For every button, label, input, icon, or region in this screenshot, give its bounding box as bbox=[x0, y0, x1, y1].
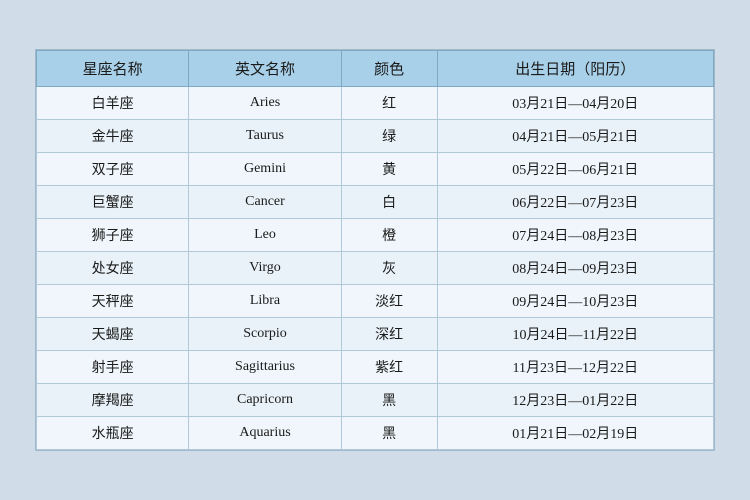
cell-color: 橙 bbox=[341, 219, 437, 252]
cell-english-name: Aquarius bbox=[189, 417, 341, 450]
cell-dates: 06月22日—07月23日 bbox=[437, 186, 713, 219]
cell-chinese-name: 双子座 bbox=[37, 153, 189, 186]
cell-chinese-name: 处女座 bbox=[37, 252, 189, 285]
cell-chinese-name: 水瓶座 bbox=[37, 417, 189, 450]
cell-dates: 05月22日—06月21日 bbox=[437, 153, 713, 186]
cell-english-name: Leo bbox=[189, 219, 341, 252]
cell-english-name: Scorpio bbox=[189, 318, 341, 351]
cell-english-name: Cancer bbox=[189, 186, 341, 219]
cell-english-name: Sagittarius bbox=[189, 351, 341, 384]
cell-color: 灰 bbox=[341, 252, 437, 285]
cell-color: 淡红 bbox=[341, 285, 437, 318]
cell-chinese-name: 天蝎座 bbox=[37, 318, 189, 351]
cell-dates: 10月24日—11月22日 bbox=[437, 318, 713, 351]
table-row: 白羊座Aries红03月21日—04月20日 bbox=[37, 87, 714, 120]
cell-chinese-name: 金牛座 bbox=[37, 120, 189, 153]
table-row: 天蝎座Scorpio深红10月24日—11月22日 bbox=[37, 318, 714, 351]
table-header-row: 星座名称 英文名称 颜色 出生日期（阳历） bbox=[37, 51, 714, 87]
table-row: 金牛座Taurus绿04月21日—05月21日 bbox=[37, 120, 714, 153]
cell-english-name: Capricorn bbox=[189, 384, 341, 417]
cell-dates: 01月21日—02月19日 bbox=[437, 417, 713, 450]
header-english-name: 英文名称 bbox=[189, 51, 341, 87]
cell-color: 白 bbox=[341, 186, 437, 219]
table-row: 射手座Sagittarius紫红11月23日—12月22日 bbox=[37, 351, 714, 384]
header-color: 颜色 bbox=[341, 51, 437, 87]
cell-dates: 12月23日—01月22日 bbox=[437, 384, 713, 417]
table-row: 处女座Virgo灰08月24日—09月23日 bbox=[37, 252, 714, 285]
cell-chinese-name: 狮子座 bbox=[37, 219, 189, 252]
cell-english-name: Libra bbox=[189, 285, 341, 318]
table-row: 巨蟹座Cancer白06月22日—07月23日 bbox=[37, 186, 714, 219]
cell-dates: 04月21日—05月21日 bbox=[437, 120, 713, 153]
cell-color: 黄 bbox=[341, 153, 437, 186]
header-dates: 出生日期（阳历） bbox=[437, 51, 713, 87]
cell-dates: 09月24日—10月23日 bbox=[437, 285, 713, 318]
cell-color: 红 bbox=[341, 87, 437, 120]
cell-dates: 11月23日—12月22日 bbox=[437, 351, 713, 384]
table-row: 水瓶座Aquarius黑01月21日—02月19日 bbox=[37, 417, 714, 450]
cell-dates: 08月24日—09月23日 bbox=[437, 252, 713, 285]
cell-english-name: Taurus bbox=[189, 120, 341, 153]
cell-chinese-name: 白羊座 bbox=[37, 87, 189, 120]
cell-dates: 07月24日—08月23日 bbox=[437, 219, 713, 252]
cell-chinese-name: 巨蟹座 bbox=[37, 186, 189, 219]
cell-dates: 03月21日—04月20日 bbox=[437, 87, 713, 120]
cell-chinese-name: 射手座 bbox=[37, 351, 189, 384]
cell-english-name: Virgo bbox=[189, 252, 341, 285]
zodiac-table: 星座名称 英文名称 颜色 出生日期（阳历） 白羊座Aries红03月21日—04… bbox=[36, 50, 714, 450]
cell-color: 黑 bbox=[341, 417, 437, 450]
header-chinese-name: 星座名称 bbox=[37, 51, 189, 87]
cell-color: 绿 bbox=[341, 120, 437, 153]
cell-english-name: Gemini bbox=[189, 153, 341, 186]
table-row: 狮子座Leo橙07月24日—08月23日 bbox=[37, 219, 714, 252]
table-row: 双子座Gemini黄05月22日—06月21日 bbox=[37, 153, 714, 186]
cell-color: 深红 bbox=[341, 318, 437, 351]
table-row: 天秤座Libra淡红09月24日—10月23日 bbox=[37, 285, 714, 318]
table-row: 摩羯座Capricorn黑12月23日—01月22日 bbox=[37, 384, 714, 417]
cell-chinese-name: 天秤座 bbox=[37, 285, 189, 318]
cell-color: 黑 bbox=[341, 384, 437, 417]
cell-english-name: Aries bbox=[189, 87, 341, 120]
cell-color: 紫红 bbox=[341, 351, 437, 384]
cell-chinese-name: 摩羯座 bbox=[37, 384, 189, 417]
zodiac-table-container: 星座名称 英文名称 颜色 出生日期（阳历） 白羊座Aries红03月21日—04… bbox=[35, 49, 715, 451]
